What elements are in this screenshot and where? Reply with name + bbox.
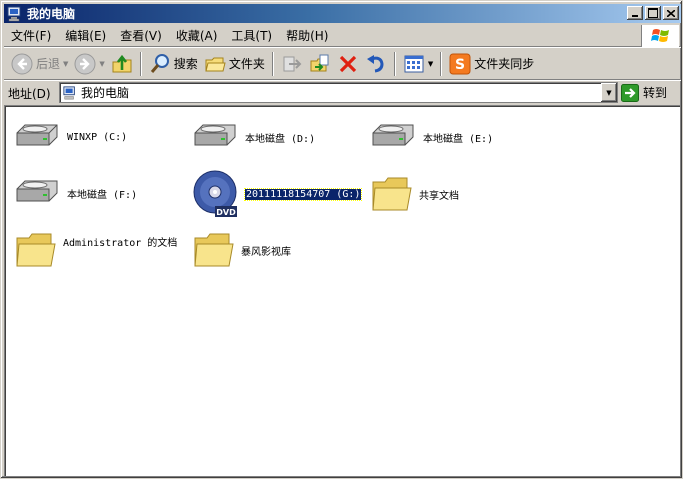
title-bar[interactable]: 我的电脑 bbox=[4, 4, 681, 23]
toolbar-separator bbox=[393, 51, 396, 76]
svg-text:S: S bbox=[455, 57, 465, 73]
maximize-button[interactable] bbox=[645, 6, 661, 20]
back-label: 后退 bbox=[36, 57, 61, 71]
search-button[interactable]: 搜索 bbox=[146, 50, 201, 78]
drive-label: 本地磁盘 (F:) bbox=[67, 189, 138, 201]
hard-drive-icon bbox=[16, 124, 58, 146]
hard-drive-icon bbox=[372, 124, 414, 146]
hard-drive-icon bbox=[16, 180, 58, 202]
file-view[interactable]: WINXP (C:) 本地磁盘 (D:) 本地磁盘 (E:) 本地磁盘 (F:)… bbox=[4, 105, 681, 477]
drive-item[interactable]: 本地磁盘 (E:) bbox=[369, 123, 493, 151]
close-icon bbox=[667, 9, 675, 17]
drive-item[interactable]: WINXP (C:) bbox=[13, 123, 127, 151]
hard-drive-icon bbox=[194, 124, 236, 146]
address-bar: 地址(D) 我的电脑 ▼ 转到 bbox=[4, 82, 681, 104]
folder-item[interactable]: 暴风影视库 bbox=[193, 230, 291, 270]
drive-item[interactable]: 本地磁盘 (D:) bbox=[191, 123, 315, 151]
folder-label: Administrator 的文档 bbox=[63, 237, 178, 249]
drive-label: WINXP (C:) bbox=[67, 131, 128, 143]
chevron-down-icon: ▼ bbox=[606, 88, 612, 97]
close-button[interactable] bbox=[663, 6, 679, 20]
menu-view[interactable]: 查看(V) bbox=[113, 27, 169, 45]
go-arrow-icon bbox=[621, 83, 639, 102]
chevron-down-icon[interactable]: ▼ bbox=[99, 60, 104, 68]
delete-button[interactable] bbox=[334, 50, 362, 78]
folders-label: 文件夹 bbox=[228, 57, 265, 71]
svg-text:DVD: DVD bbox=[216, 208, 236, 217]
up-button[interactable] bbox=[108, 50, 136, 78]
explorer-window: 我的电脑 文件(F) 编辑(E) 查看(V) 收藏(A) 工具(T) 帮助(H) bbox=[0, 0, 683, 479]
undo-icon bbox=[366, 54, 384, 72]
menu-file[interactable]: 文件(F) bbox=[4, 27, 58, 45]
back-arrow-icon bbox=[11, 53, 33, 74]
folder-item[interactable]: 共享文档 bbox=[371, 174, 459, 214]
folder-label: 共享文档 bbox=[419, 190, 459, 202]
forward-button[interactable]: ▼ bbox=[71, 50, 107, 78]
address-dropdown-button[interactable]: ▼ bbox=[601, 83, 617, 102]
folder-icon bbox=[16, 233, 56, 267]
menu-edit[interactable]: 编辑(E) bbox=[58, 27, 113, 45]
my-computer-icon bbox=[63, 85, 75, 99]
chevron-down-icon[interactable]: ▼ bbox=[428, 60, 433, 68]
address-input[interactable]: 我的电脑 ▼ bbox=[59, 82, 618, 103]
dvd-drive-label: 20111118154707 (G:) bbox=[243, 187, 363, 201]
menu-tools[interactable]: 工具(T) bbox=[224, 27, 279, 45]
standard-toolbar: 后退 ▼ ▼ 搜索 文件夹 ▼ S 文件夹同步 bbox=[4, 48, 681, 80]
menu-bar: 文件(F) 编辑(E) 查看(V) 收藏(A) 工具(T) 帮助(H) bbox=[4, 25, 681, 47]
drive-label: 本地磁盘 (D:) bbox=[245, 133, 316, 145]
toolbar-separator bbox=[139, 51, 142, 76]
dvd-drive-item[interactable]: DVD 20111118154707 (G:) bbox=[191, 170, 363, 218]
copy-to-icon bbox=[310, 54, 329, 71]
toolbar-separator bbox=[440, 51, 443, 76]
menu-help[interactable]: 帮助(H) bbox=[279, 27, 335, 45]
window-title: 我的电脑 bbox=[27, 7, 76, 21]
forward-arrow-icon bbox=[74, 53, 96, 74]
chevron-down-icon[interactable]: ▼ bbox=[63, 60, 68, 68]
search-label: 搜索 bbox=[173, 57, 198, 71]
back-button[interactable]: 后退 ▼ bbox=[8, 50, 71, 78]
window-controls bbox=[625, 6, 679, 20]
folder-label: 暴风影视库 bbox=[241, 246, 291, 258]
folder-icon bbox=[194, 233, 234, 267]
folder-sync-icon: S bbox=[449, 53, 471, 74]
menu-favorites[interactable]: 收藏(A) bbox=[169, 27, 225, 45]
windows-logo-icon bbox=[641, 25, 679, 47]
move-to-icon bbox=[283, 56, 302, 71]
go-button[interactable]: 转到 bbox=[621, 82, 667, 103]
copy-to-button[interactable] bbox=[306, 50, 334, 78]
go-label: 转到 bbox=[643, 86, 668, 100]
toolbar-separator bbox=[271, 51, 274, 76]
address-value: 我的电脑 bbox=[81, 86, 130, 100]
move-to-button[interactable] bbox=[278, 50, 306, 78]
folders-button[interactable]: 文件夹 bbox=[201, 50, 268, 78]
drive-item[interactable]: 本地磁盘 (F:) bbox=[13, 179, 137, 207]
drive-label: 本地磁盘 (E:) bbox=[423, 133, 494, 145]
address-label: 地址(D) bbox=[8, 86, 51, 101]
folder-up-icon bbox=[112, 54, 132, 72]
folder-icon bbox=[372, 177, 412, 211]
undo-button[interactable] bbox=[362, 50, 390, 78]
folder-item[interactable]: Administrator 的文档 bbox=[15, 230, 183, 270]
search-icon bbox=[150, 53, 169, 73]
delete-x-icon bbox=[339, 55, 356, 72]
views-button[interactable]: ▼ bbox=[400, 50, 436, 78]
views-grid-icon bbox=[404, 55, 424, 72]
folders-icon bbox=[205, 57, 226, 71]
folder-sync-label: 文件夹同步 bbox=[474, 57, 535, 71]
dvd-drive-icon: DVD bbox=[193, 170, 237, 217]
my-computer-icon bbox=[7, 6, 23, 22]
minimize-button[interactable] bbox=[627, 6, 643, 20]
folder-sync-button[interactable]: S 文件夹同步 bbox=[446, 50, 537, 78]
